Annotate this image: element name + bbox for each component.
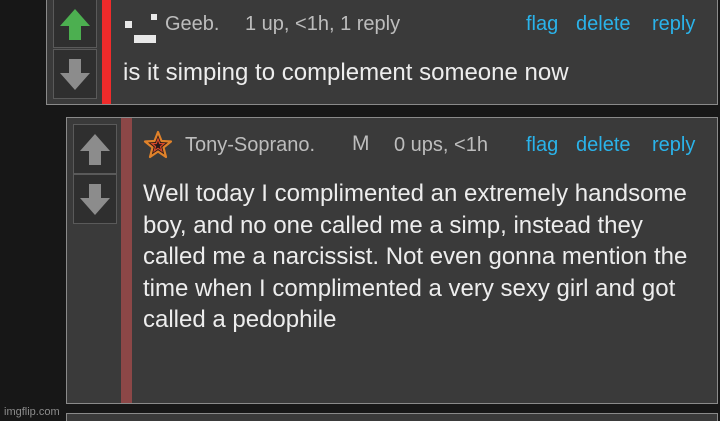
comment-username[interactable]: Tony-Soprano. [185,134,315,157]
star-avatar-icon[interactable] [143,130,173,160]
flag-link[interactable]: flag [526,13,558,36]
arrow-down-icon [60,59,90,90]
upvote-button[interactable] [73,124,117,174]
mod-badge: M [352,132,370,155]
arrow-down-icon [80,184,110,215]
reply-link[interactable]: reply [652,134,695,157]
downvote-button[interactable] [73,174,117,224]
comment-stripe [121,118,132,403]
comment-text: Well today I complimented an extremely h… [143,180,688,333]
reply-link[interactable]: reply [652,13,695,36]
delete-link[interactable]: delete [576,13,631,36]
comment-tony-soprano: Tony-Soprano. M 0 ups, <1h flag delete r… [66,117,718,404]
arrow-up-icon [60,9,90,40]
next-comment-edge [66,413,718,421]
flag-link[interactable]: flag [526,134,558,157]
arrow-up-icon [80,134,110,165]
comment-stripe [102,0,111,104]
comment-geeb: Geeb. 1 up, <1h, 1 reply flag delete rep… [46,0,718,105]
delete-link[interactable]: delete [576,134,631,157]
comment-text: is it simping to complement someone now [123,59,569,86]
watermark: imgflip.com [4,406,60,418]
comment-stats: 1 up, <1h, 1 reply [245,13,401,35]
avatar[interactable] [125,11,159,45]
comment-stats: 0 ups, <1h [394,134,488,156]
comment-username[interactable]: Geeb. [165,13,219,36]
upvote-button[interactable] [53,0,97,48]
downvote-button[interactable] [53,49,97,99]
